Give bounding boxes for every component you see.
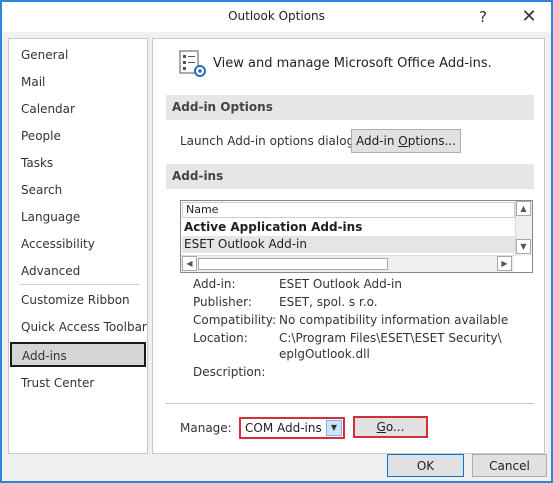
sidebar-item-calendar[interactable]: Calendar bbox=[9, 97, 147, 122]
sidebar-divider bbox=[19, 284, 139, 285]
go-button[interactable]: Go... bbox=[353, 416, 428, 438]
vertical-scrollbar[interactable]: ▲ ▼ bbox=[515, 201, 532, 256]
sidebar-item-quick-access-toolbar[interactable]: Quick Access Toolbar bbox=[9, 315, 147, 340]
compatibility-value: No compatibility information available bbox=[279, 313, 509, 327]
sidebar: General Mail Calendar People Tasks Searc… bbox=[8, 38, 148, 454]
manage-label: Manage: bbox=[180, 421, 232, 435]
sidebar-item-mail[interactable]: Mail bbox=[9, 70, 147, 95]
outlook-options-dialog: Outlook Options ? ✕ General Mail Calenda… bbox=[2, 2, 551, 481]
list-group-header: Active Application Add-ins bbox=[184, 220, 363, 234]
scroll-up-arrow-icon[interactable]: ▲ bbox=[516, 201, 531, 216]
sidebar-item-tasks[interactable]: Tasks bbox=[9, 151, 147, 176]
sidebar-item-add-ins[interactable]: Add-ins bbox=[10, 342, 146, 367]
publisher-value: ESET, spol. s r.o. bbox=[279, 295, 378, 309]
sidebar-item-accessibility[interactable]: Accessibility bbox=[9, 232, 147, 257]
section-add-ins: Add-ins bbox=[166, 164, 534, 189]
location-label: Location: bbox=[193, 331, 248, 345]
scroll-left-arrow-icon[interactable]: ◀ bbox=[182, 256, 197, 271]
location-value-line1: C:\Program Files\ESET\ESET Security\ bbox=[279, 331, 502, 345]
sidebar-item-customize-ribbon[interactable]: Customize Ribbon bbox=[9, 288, 147, 313]
panel-heading: View and manage Microsoft Office Add-ins… bbox=[213, 56, 492, 71]
add-in-options-button[interactable]: Add-in Options... bbox=[351, 129, 461, 153]
divider bbox=[166, 403, 534, 404]
compatibility-label: Compatibility: bbox=[193, 313, 277, 327]
manage-dropdown[interactable]: COM Add-ins ▼ bbox=[239, 417, 345, 439]
help-icon[interactable]: ? bbox=[468, 6, 498, 28]
horizontal-scrollbar[interactable]: ◀ ▶ bbox=[181, 255, 514, 272]
sidebar-item-advanced[interactable]: Advanced bbox=[9, 259, 147, 284]
cancel-button[interactable]: Cancel bbox=[472, 454, 547, 477]
manage-dropdown-value: COM Add-ins bbox=[245, 421, 322, 435]
addin-value: ESET Outlook Add-in bbox=[279, 277, 402, 291]
add-ins-panel: View and manage Microsoft Office Add-ins… bbox=[152, 38, 545, 454]
section-add-in-options: Add-in Options bbox=[166, 95, 534, 120]
close-icon[interactable]: ✕ bbox=[514, 6, 544, 28]
ok-button[interactable]: OK bbox=[387, 454, 464, 477]
chevron-down-icon[interactable]: ▼ bbox=[326, 420, 342, 436]
addin-label: Add-in: bbox=[193, 277, 236, 291]
list-item-eset-outlook-add-in[interactable]: ESET Outlook Add-in bbox=[182, 236, 515, 253]
sidebar-item-trust-center[interactable]: Trust Center bbox=[9, 371, 147, 396]
location-value-line2: eplgOutlook.dll bbox=[279, 347, 370, 361]
launch-options-label: Launch Add-in options dialog: bbox=[180, 134, 359, 148]
publisher-label: Publisher: bbox=[193, 295, 252, 309]
title-bar: Outlook Options ? ✕ bbox=[2, 2, 551, 32]
add-ins-list[interactable]: Name Active Application Add-ins ESET Out… bbox=[180, 200, 533, 273]
sidebar-item-general[interactable]: General bbox=[9, 43, 147, 68]
sidebar-item-search[interactable]: Search bbox=[9, 178, 147, 203]
scroll-down-arrow-icon[interactable]: ▼ bbox=[516, 239, 531, 254]
sidebar-item-people[interactable]: People bbox=[9, 124, 147, 149]
column-header-name[interactable]: Name bbox=[182, 202, 515, 218]
add-ins-icon bbox=[179, 50, 206, 77]
horizontal-scroll-thumb[interactable] bbox=[198, 258, 388, 270]
sidebar-item-language[interactable]: Language bbox=[9, 205, 147, 230]
scroll-right-arrow-icon[interactable]: ▶ bbox=[497, 256, 512, 271]
description-label: Description: bbox=[193, 365, 266, 379]
